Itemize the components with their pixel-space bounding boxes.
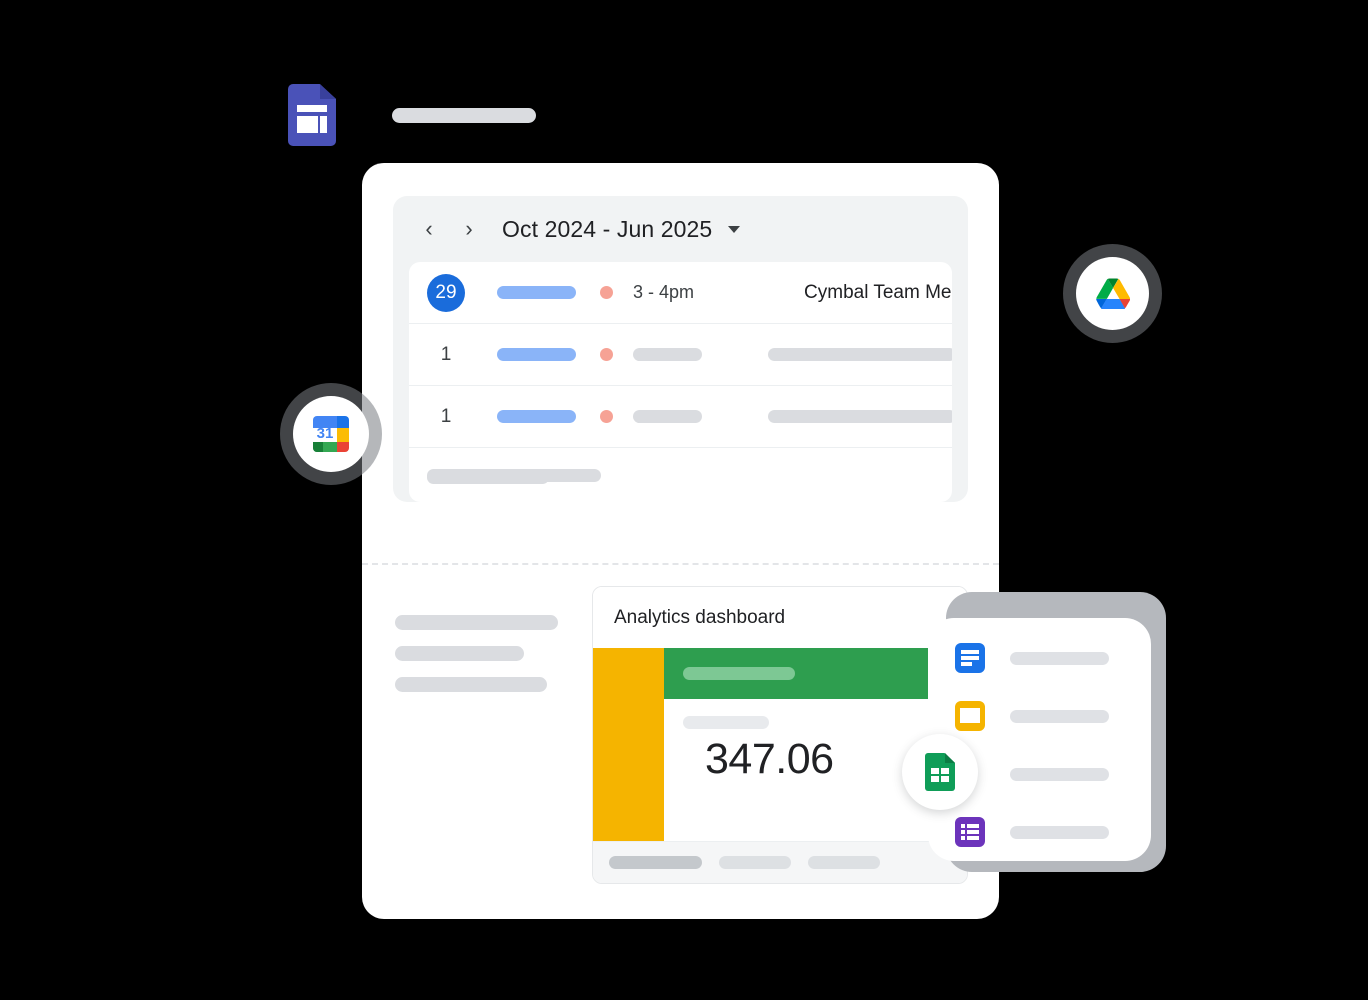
screenshot-stage: ‹ › Oct 2024 - Jun 2025 29 3 - 4pm Cymba… bbox=[0, 0, 1368, 1000]
event-time-placeholder bbox=[633, 348, 702, 361]
list-item-label-placeholder bbox=[1010, 709, 1109, 723]
placeholder-line bbox=[395, 615, 558, 630]
table-row[interactable]: 1 bbox=[409, 386, 952, 448]
drive-app-badge[interactable] bbox=[1076, 257, 1149, 330]
list-item[interactable] bbox=[955, 643, 1151, 673]
event-color-bar bbox=[497, 348, 576, 361]
list-item-label-placeholder bbox=[1010, 767, 1109, 781]
event-title-placeholder bbox=[768, 348, 952, 361]
prev-month-button[interactable]: ‹ bbox=[412, 212, 446, 246]
tab-placeholder-active[interactable] bbox=[609, 856, 702, 869]
event-color-bar bbox=[497, 410, 576, 423]
google-sheets-icon bbox=[925, 753, 955, 791]
slides-file-icon bbox=[288, 84, 336, 146]
google-drive-icon bbox=[1095, 278, 1130, 309]
calendar-panel-footer-placeholder bbox=[427, 471, 549, 484]
table-row[interactable]: 1 bbox=[409, 324, 952, 386]
tab-placeholder[interactable] bbox=[719, 856, 791, 869]
slides-icon bbox=[955, 701, 985, 731]
event-title-placeholder bbox=[768, 410, 952, 423]
top-file-label-placeholder bbox=[392, 107, 536, 123]
event-time-placeholder bbox=[633, 410, 702, 423]
table-row[interactable]: 29 3 - 4pm Cymbal Team Meeting bbox=[409, 262, 952, 324]
calendar-icon-day: 31 bbox=[316, 425, 334, 442]
event-time: 3 - 4pm bbox=[633, 282, 695, 302]
calendar-date-range: Oct 2024 - Jun 2025 bbox=[502, 215, 713, 242]
placeholder-line bbox=[395, 677, 547, 692]
dashboard-footer-tabs bbox=[593, 841, 967, 883]
day-badge: 1 bbox=[440, 343, 452, 365]
left-text-placeholders bbox=[395, 615, 558, 708]
sheets-app-badge[interactable] bbox=[902, 734, 978, 810]
event-status-dot bbox=[600, 410, 613, 423]
calendar-panel: ‹ › Oct 2024 - Jun 2025 29 3 - 4pm Cymba… bbox=[393, 196, 968, 502]
green-band bbox=[664, 648, 967, 699]
analytics-dashboard-card: Analytics dashboard 347.06 bbox=[592, 586, 968, 884]
metric-label-placeholder bbox=[683, 716, 769, 729]
list-item[interactable] bbox=[955, 701, 1151, 731]
list-item[interactable] bbox=[955, 817, 1151, 847]
list-item[interactable] bbox=[955, 759, 1151, 789]
event-title: Cymbal Team Meeting bbox=[804, 281, 952, 303]
list-item-label-placeholder bbox=[1010, 825, 1109, 839]
calendar-event-list: 29 3 - 4pm Cymbal Team Meeting 1 1 bbox=[409, 262, 952, 502]
google-calendar-icon: 31 bbox=[313, 416, 349, 452]
event-color-bar bbox=[497, 286, 576, 299]
apps-list-panel bbox=[928, 618, 1151, 861]
event-status-dot bbox=[600, 286, 613, 299]
list-item-label-placeholder bbox=[1010, 651, 1109, 665]
next-month-button[interactable]: › bbox=[452, 212, 486, 246]
green-band-placeholder bbox=[683, 667, 795, 680]
top-file-row[interactable] bbox=[288, 84, 536, 146]
placeholder-line bbox=[395, 646, 524, 661]
tab-placeholder[interactable] bbox=[808, 856, 880, 869]
page-title: Analytics dashboard bbox=[593, 587, 967, 648]
day-badge: 1 bbox=[440, 405, 452, 427]
calendar-toolbar: ‹ › Oct 2024 - Jun 2025 bbox=[393, 196, 968, 262]
metric-value: 347.06 bbox=[705, 735, 834, 783]
day-badge: 29 bbox=[427, 273, 465, 312]
event-status-dot bbox=[600, 348, 613, 361]
docs-icon bbox=[955, 643, 985, 673]
forms-icon bbox=[955, 817, 985, 847]
calendar-app-badge[interactable]: 31 bbox=[293, 396, 369, 472]
chevron-down-icon[interactable] bbox=[728, 225, 741, 233]
section-divider bbox=[362, 563, 999, 565]
